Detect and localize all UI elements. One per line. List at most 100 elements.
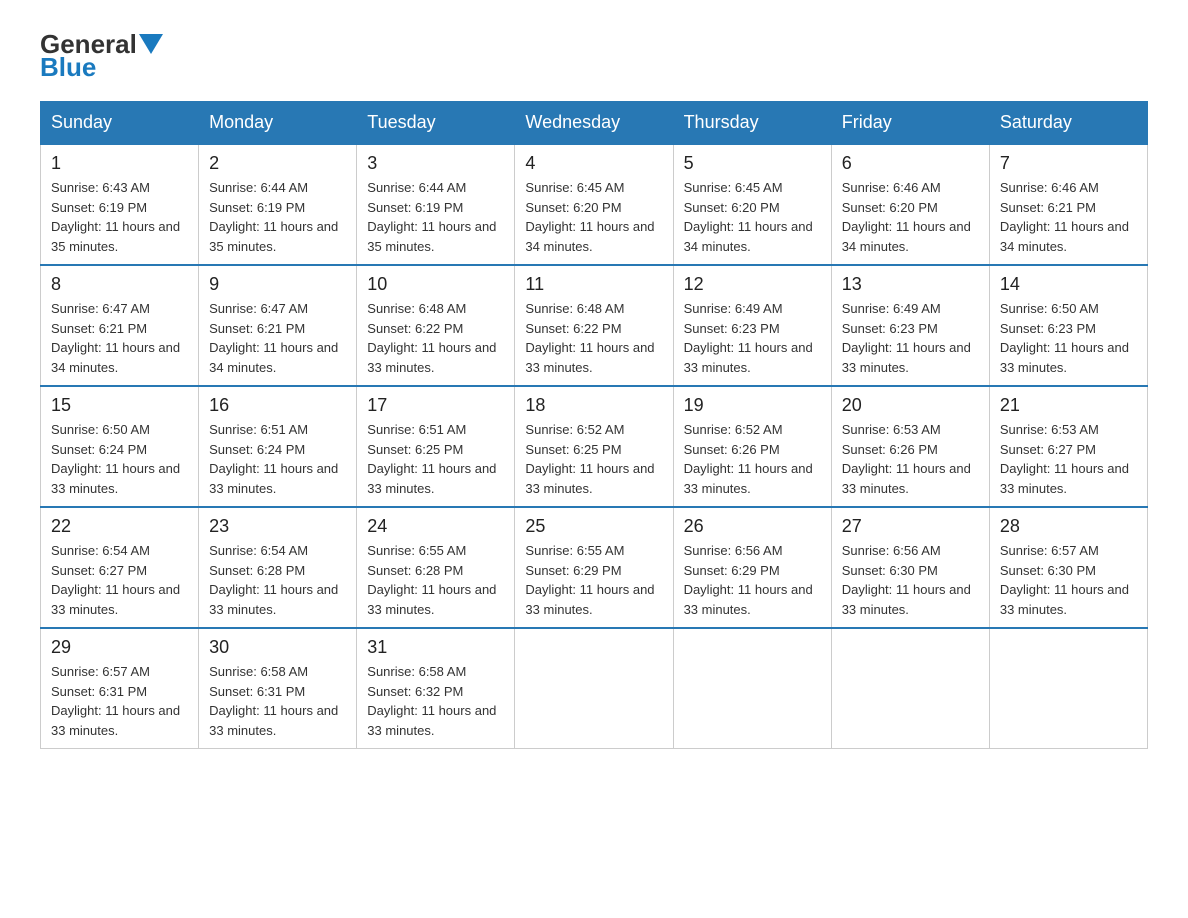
calendar-cell: 30 Sunrise: 6:58 AM Sunset: 6:31 PM Dayl… xyxy=(199,628,357,749)
calendar-cell: 22 Sunrise: 6:54 AM Sunset: 6:27 PM Dayl… xyxy=(41,507,199,628)
day-number: 16 xyxy=(209,395,346,416)
day-info: Sunrise: 6:52 AM Sunset: 6:25 PM Dayligh… xyxy=(525,420,662,498)
calendar-header: SundayMondayTuesdayWednesdayThursdayFrid… xyxy=(41,102,1148,145)
day-info: Sunrise: 6:48 AM Sunset: 6:22 PM Dayligh… xyxy=(367,299,504,377)
weekday-header: Saturday xyxy=(989,102,1147,145)
day-number: 8 xyxy=(51,274,188,295)
day-number: 12 xyxy=(684,274,821,295)
day-number: 18 xyxy=(525,395,662,416)
day-number: 2 xyxy=(209,153,346,174)
weekday-header: Wednesday xyxy=(515,102,673,145)
calendar-cell xyxy=(989,628,1147,749)
day-info: Sunrise: 6:54 AM Sunset: 6:27 PM Dayligh… xyxy=(51,541,188,619)
calendar-cell: 27 Sunrise: 6:56 AM Sunset: 6:30 PM Dayl… xyxy=(831,507,989,628)
logo-container: General Blue xyxy=(40,30,171,81)
calendar-cell: 23 Sunrise: 6:54 AM Sunset: 6:28 PM Dayl… xyxy=(199,507,357,628)
calendar-cell: 20 Sunrise: 6:53 AM Sunset: 6:26 PM Dayl… xyxy=(831,386,989,507)
day-info: Sunrise: 6:57 AM Sunset: 6:31 PM Dayligh… xyxy=(51,662,188,740)
day-info: Sunrise: 6:47 AM Sunset: 6:21 PM Dayligh… xyxy=(209,299,346,377)
day-info: Sunrise: 6:58 AM Sunset: 6:31 PM Dayligh… xyxy=(209,662,346,740)
day-info: Sunrise: 6:49 AM Sunset: 6:23 PM Dayligh… xyxy=(684,299,821,377)
day-number: 14 xyxy=(1000,274,1137,295)
day-info: Sunrise: 6:53 AM Sunset: 6:27 PM Dayligh… xyxy=(1000,420,1137,498)
calendar-week-row: 8 Sunrise: 6:47 AM Sunset: 6:21 PM Dayli… xyxy=(41,265,1148,386)
calendar-body: 1 Sunrise: 6:43 AM Sunset: 6:19 PM Dayli… xyxy=(41,144,1148,749)
day-number: 24 xyxy=(367,516,504,537)
day-number: 1 xyxy=(51,153,188,174)
weekday-header: Monday xyxy=(199,102,357,145)
logo: General Blue xyxy=(40,30,171,81)
calendar-cell: 11 Sunrise: 6:48 AM Sunset: 6:22 PM Dayl… xyxy=(515,265,673,386)
day-info: Sunrise: 6:52 AM Sunset: 6:26 PM Dayligh… xyxy=(684,420,821,498)
day-number: 9 xyxy=(209,274,346,295)
calendar-cell: 3 Sunrise: 6:44 AM Sunset: 6:19 PM Dayli… xyxy=(357,144,515,265)
calendar-cell: 19 Sunrise: 6:52 AM Sunset: 6:26 PM Dayl… xyxy=(673,386,831,507)
day-number: 21 xyxy=(1000,395,1137,416)
day-number: 13 xyxy=(842,274,979,295)
calendar-cell: 4 Sunrise: 6:45 AM Sunset: 6:20 PM Dayli… xyxy=(515,144,673,265)
day-info: Sunrise: 6:44 AM Sunset: 6:19 PM Dayligh… xyxy=(209,178,346,256)
calendar-cell: 28 Sunrise: 6:57 AM Sunset: 6:30 PM Dayl… xyxy=(989,507,1147,628)
day-info: Sunrise: 6:43 AM Sunset: 6:19 PM Dayligh… xyxy=(51,178,188,256)
calendar-cell: 21 Sunrise: 6:53 AM Sunset: 6:27 PM Dayl… xyxy=(989,386,1147,507)
day-number: 23 xyxy=(209,516,346,537)
day-number: 30 xyxy=(209,637,346,658)
day-info: Sunrise: 6:56 AM Sunset: 6:29 PM Dayligh… xyxy=(684,541,821,619)
day-info: Sunrise: 6:47 AM Sunset: 6:21 PM Dayligh… xyxy=(51,299,188,377)
day-number: 25 xyxy=(525,516,662,537)
calendar-cell: 2 Sunrise: 6:44 AM Sunset: 6:19 PM Dayli… xyxy=(199,144,357,265)
day-info: Sunrise: 6:45 AM Sunset: 6:20 PM Dayligh… xyxy=(684,178,821,256)
calendar-cell: 12 Sunrise: 6:49 AM Sunset: 6:23 PM Dayl… xyxy=(673,265,831,386)
day-info: Sunrise: 6:49 AM Sunset: 6:23 PM Dayligh… xyxy=(842,299,979,377)
day-info: Sunrise: 6:45 AM Sunset: 6:20 PM Dayligh… xyxy=(525,178,662,256)
day-info: Sunrise: 6:54 AM Sunset: 6:28 PM Dayligh… xyxy=(209,541,346,619)
calendar-cell: 13 Sunrise: 6:49 AM Sunset: 6:23 PM Dayl… xyxy=(831,265,989,386)
calendar-cell: 25 Sunrise: 6:55 AM Sunset: 6:29 PM Dayl… xyxy=(515,507,673,628)
calendar-cell: 8 Sunrise: 6:47 AM Sunset: 6:21 PM Dayli… xyxy=(41,265,199,386)
day-number: 4 xyxy=(525,153,662,174)
day-info: Sunrise: 6:44 AM Sunset: 6:19 PM Dayligh… xyxy=(367,178,504,256)
calendar-table: SundayMondayTuesdayWednesdayThursdayFrid… xyxy=(40,101,1148,749)
calendar-cell: 24 Sunrise: 6:55 AM Sunset: 6:28 PM Dayl… xyxy=(357,507,515,628)
day-info: Sunrise: 6:55 AM Sunset: 6:29 PM Dayligh… xyxy=(525,541,662,619)
calendar-week-row: 29 Sunrise: 6:57 AM Sunset: 6:31 PM Dayl… xyxy=(41,628,1148,749)
day-number: 19 xyxy=(684,395,821,416)
day-number: 10 xyxy=(367,274,504,295)
weekday-header: Sunday xyxy=(41,102,199,145)
weekday-header: Thursday xyxy=(673,102,831,145)
calendar-week-row: 1 Sunrise: 6:43 AM Sunset: 6:19 PM Dayli… xyxy=(41,144,1148,265)
day-info: Sunrise: 6:50 AM Sunset: 6:24 PM Dayligh… xyxy=(51,420,188,498)
day-number: 3 xyxy=(367,153,504,174)
day-info: Sunrise: 6:46 AM Sunset: 6:21 PM Dayligh… xyxy=(1000,178,1137,256)
day-info: Sunrise: 6:48 AM Sunset: 6:22 PM Dayligh… xyxy=(525,299,662,377)
calendar-cell: 18 Sunrise: 6:52 AM Sunset: 6:25 PM Dayl… xyxy=(515,386,673,507)
weekday-header: Friday xyxy=(831,102,989,145)
calendar-cell: 5 Sunrise: 6:45 AM Sunset: 6:20 PM Dayli… xyxy=(673,144,831,265)
day-number: 20 xyxy=(842,395,979,416)
logo-blue: Blue xyxy=(40,53,171,82)
calendar-cell: 6 Sunrise: 6:46 AM Sunset: 6:20 PM Dayli… xyxy=(831,144,989,265)
calendar-cell: 31 Sunrise: 6:58 AM Sunset: 6:32 PM Dayl… xyxy=(357,628,515,749)
day-info: Sunrise: 6:56 AM Sunset: 6:30 PM Dayligh… xyxy=(842,541,979,619)
day-number: 26 xyxy=(684,516,821,537)
day-number: 15 xyxy=(51,395,188,416)
calendar-cell: 10 Sunrise: 6:48 AM Sunset: 6:22 PM Dayl… xyxy=(357,265,515,386)
day-number: 6 xyxy=(842,153,979,174)
calendar-cell xyxy=(515,628,673,749)
page-header: General Blue xyxy=(40,30,1148,81)
calendar-cell: 17 Sunrise: 6:51 AM Sunset: 6:25 PM Dayl… xyxy=(357,386,515,507)
calendar-cell: 26 Sunrise: 6:56 AM Sunset: 6:29 PM Dayl… xyxy=(673,507,831,628)
day-info: Sunrise: 6:53 AM Sunset: 6:26 PM Dayligh… xyxy=(842,420,979,498)
calendar-cell: 1 Sunrise: 6:43 AM Sunset: 6:19 PM Dayli… xyxy=(41,144,199,265)
day-number: 7 xyxy=(1000,153,1137,174)
calendar-cell xyxy=(831,628,989,749)
calendar-week-row: 15 Sunrise: 6:50 AM Sunset: 6:24 PM Dayl… xyxy=(41,386,1148,507)
calendar-cell: 9 Sunrise: 6:47 AM Sunset: 6:21 PM Dayli… xyxy=(199,265,357,386)
day-info: Sunrise: 6:50 AM Sunset: 6:23 PM Dayligh… xyxy=(1000,299,1137,377)
day-info: Sunrise: 6:51 AM Sunset: 6:25 PM Dayligh… xyxy=(367,420,504,498)
weekday-header: Tuesday xyxy=(357,102,515,145)
calendar-week-row: 22 Sunrise: 6:54 AM Sunset: 6:27 PM Dayl… xyxy=(41,507,1148,628)
day-number: 28 xyxy=(1000,516,1137,537)
day-number: 11 xyxy=(525,274,662,295)
day-info: Sunrise: 6:58 AM Sunset: 6:32 PM Dayligh… xyxy=(367,662,504,740)
